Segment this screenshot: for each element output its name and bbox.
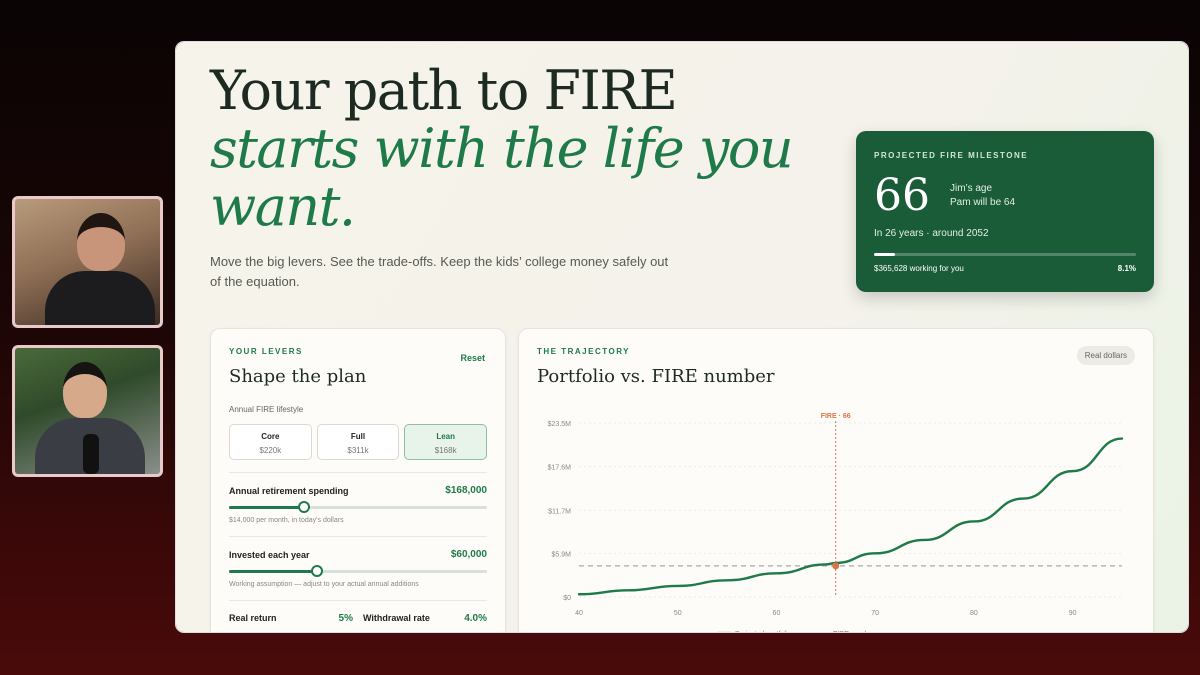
spending-slider[interactable] <box>229 501 487 513</box>
levers-eyebrow: YOUR LEVERS <box>229 347 303 356</box>
invested-slider-fill <box>229 570 317 573</box>
lifestyle-option-full[interactable]: Full $311k <box>316 424 400 460</box>
milestone-partner-age: Pam will be 64 <box>950 197 1016 208</box>
option-name: Lean <box>436 432 456 441</box>
invested-slider[interactable] <box>229 565 487 577</box>
trajectory-card: THE TRAJECTORY Portfolio vs. FIRE number… <box>518 328 1154 632</box>
divider <box>229 536 487 537</box>
lifestyle-option-lean[interactable]: Lean $168k <box>404 424 488 460</box>
real-return-value: 5% <box>338 613 353 624</box>
spending-slider-thumb[interactable] <box>297 501 310 513</box>
withdrawal-rate-label: Withdrawal rate <box>363 613 430 623</box>
trajectory-chart: $0 $5.9M $11.7M $17.6M $23.5M 40 50 60 70 80 90 FIR… <box>548 413 1124 632</box>
option-value: $220k <box>259 446 282 455</box>
reset-button[interactable]: Reset <box>460 353 485 363</box>
divider <box>229 472 487 473</box>
y-tick-label: $5.9M <box>552 551 572 558</box>
milestone-label: PROJECTED FIRE MILESTONE <box>874 151 1029 160</box>
x-tick-label: 90 <box>1069 610 1077 617</box>
fire-milestone-card: PROJECTED FIRE MILESTONE 66 Jim’s age Pa… <box>856 131 1154 292</box>
x-tick-label: 50 <box>674 610 682 617</box>
hero-title: Your path to FIRE starts with the life y… <box>210 59 794 238</box>
hero-title-line3: want. <box>210 175 356 238</box>
spending-value: $168,000 <box>445 485 487 496</box>
legend-label-fire: FIRE number <box>833 631 875 632</box>
option-value: $311k <box>347 446 369 455</box>
x-tick-label: 70 <box>871 610 879 617</box>
option-name: Core <box>261 432 280 441</box>
divider <box>229 600 487 601</box>
milestone-percent: 8.1% <box>1117 264 1136 273</box>
x-tick-label: 80 <box>970 610 978 617</box>
x-tick-label: 40 <box>575 610 583 617</box>
invested-label: Invested each year <box>229 549 310 560</box>
spending-hint: $14,000 per month, in today's dollars <box>229 517 344 524</box>
hero-title-line2: starts with the life you <box>210 117 794 180</box>
milestone-age: 66 <box>874 170 930 221</box>
y-tick-label: $0 <box>563 595 571 602</box>
lifestyle-label: Annual FIRE lifestyle <box>229 405 304 414</box>
participant-face <box>63 362 107 418</box>
option-name: Full <box>350 432 366 441</box>
milestone-years: In 26 years · around 2052 <box>874 228 989 239</box>
video-tile-guest <box>12 345 163 477</box>
invested-hint: Working assumption — adjust to your actu… <box>229 581 419 588</box>
participant-face <box>77 213 125 271</box>
legend-label-portfolio: Projected portfolio <box>735 631 792 632</box>
milestone-primary-age: Jim’s age <box>950 183 993 194</box>
withdrawal-rate-value: 4.0% <box>464 613 487 624</box>
levers-title: Shape the plan <box>229 366 367 387</box>
x-tick-label: 60 <box>773 610 781 617</box>
milestone-progress-fill <box>874 253 896 256</box>
levers-card: YOUR LEVERS Shape the plan Reset Annual … <box>210 328 506 632</box>
fire-marker-point <box>832 562 840 570</box>
hero-title-line1: Your path to FIRE <box>210 59 678 122</box>
y-tick-label: $11.7M <box>548 508 571 515</box>
invested-slider-thumb[interactable] <box>310 565 323 577</box>
y-tick-label: $23.5M <box>548 421 572 428</box>
app-window: Your path to FIRE starts with the life y… <box>176 42 1188 632</box>
portfolio-line <box>577 437 1124 596</box>
y-tick-label: $17.6M <box>548 465 572 472</box>
option-value: $168k <box>434 446 457 455</box>
real-dollars-toggle[interactable]: Real dollars <box>1076 346 1135 365</box>
participant-body <box>45 271 155 325</box>
milestone-working: $365,628 working for you <box>874 264 964 273</box>
invested-value: $60,000 <box>450 549 487 560</box>
milestone-progress-bar <box>874 253 1136 256</box>
lifestyle-option-core[interactable]: Core $220k <box>229 424 312 460</box>
trajectory-eyebrow: THE TRAJECTORY <box>537 347 631 356</box>
video-tile-host <box>12 196 163 328</box>
hero-subtitle: Move the big levers. See the trade-offs.… <box>210 254 669 289</box>
lifestyle-options: Core $220k Full $311k Lean $168k <box>229 424 488 460</box>
trajectory-title: Portfolio vs. FIRE number <box>537 366 775 387</box>
spending-slider-fill <box>229 506 304 509</box>
microphone <box>83 434 99 474</box>
spending-label: Annual retirement spending <box>229 485 349 496</box>
real-return-label: Real return <box>229 613 277 623</box>
fire-marker-label: FIRE · 66 <box>821 413 851 420</box>
